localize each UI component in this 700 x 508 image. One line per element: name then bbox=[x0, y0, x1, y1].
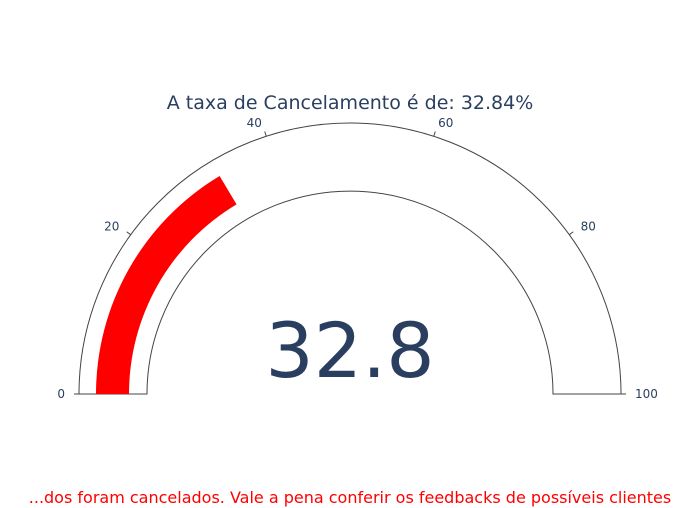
gauge-chart: A taxa de Cancelamento é de: 32.84% 0 20 4… bbox=[57, 92, 658, 401]
chart-title: A taxa de Cancelamento é de: 32.84% bbox=[167, 92, 534, 114]
gauge-tick-label: 40 bbox=[247, 116, 262, 130]
gauge-tick bbox=[433, 131, 436, 137]
gauge-tick-label: 100 bbox=[635, 387, 658, 401]
gauge-tick bbox=[264, 131, 267, 137]
gauge-tick-label: 80 bbox=[581, 219, 596, 233]
gauge-tick bbox=[126, 231, 132, 236]
gauge-tick bbox=[568, 231, 574, 236]
gauge-tick-label: 60 bbox=[438, 116, 453, 130]
gauge-value: 32.8 bbox=[265, 306, 434, 395]
gauge-tick-label: 0 bbox=[57, 387, 65, 401]
gauge-tick-label: 20 bbox=[104, 219, 119, 233]
footer-note: ...dos foram cancelados. Vale a pena con… bbox=[28, 488, 672, 507]
